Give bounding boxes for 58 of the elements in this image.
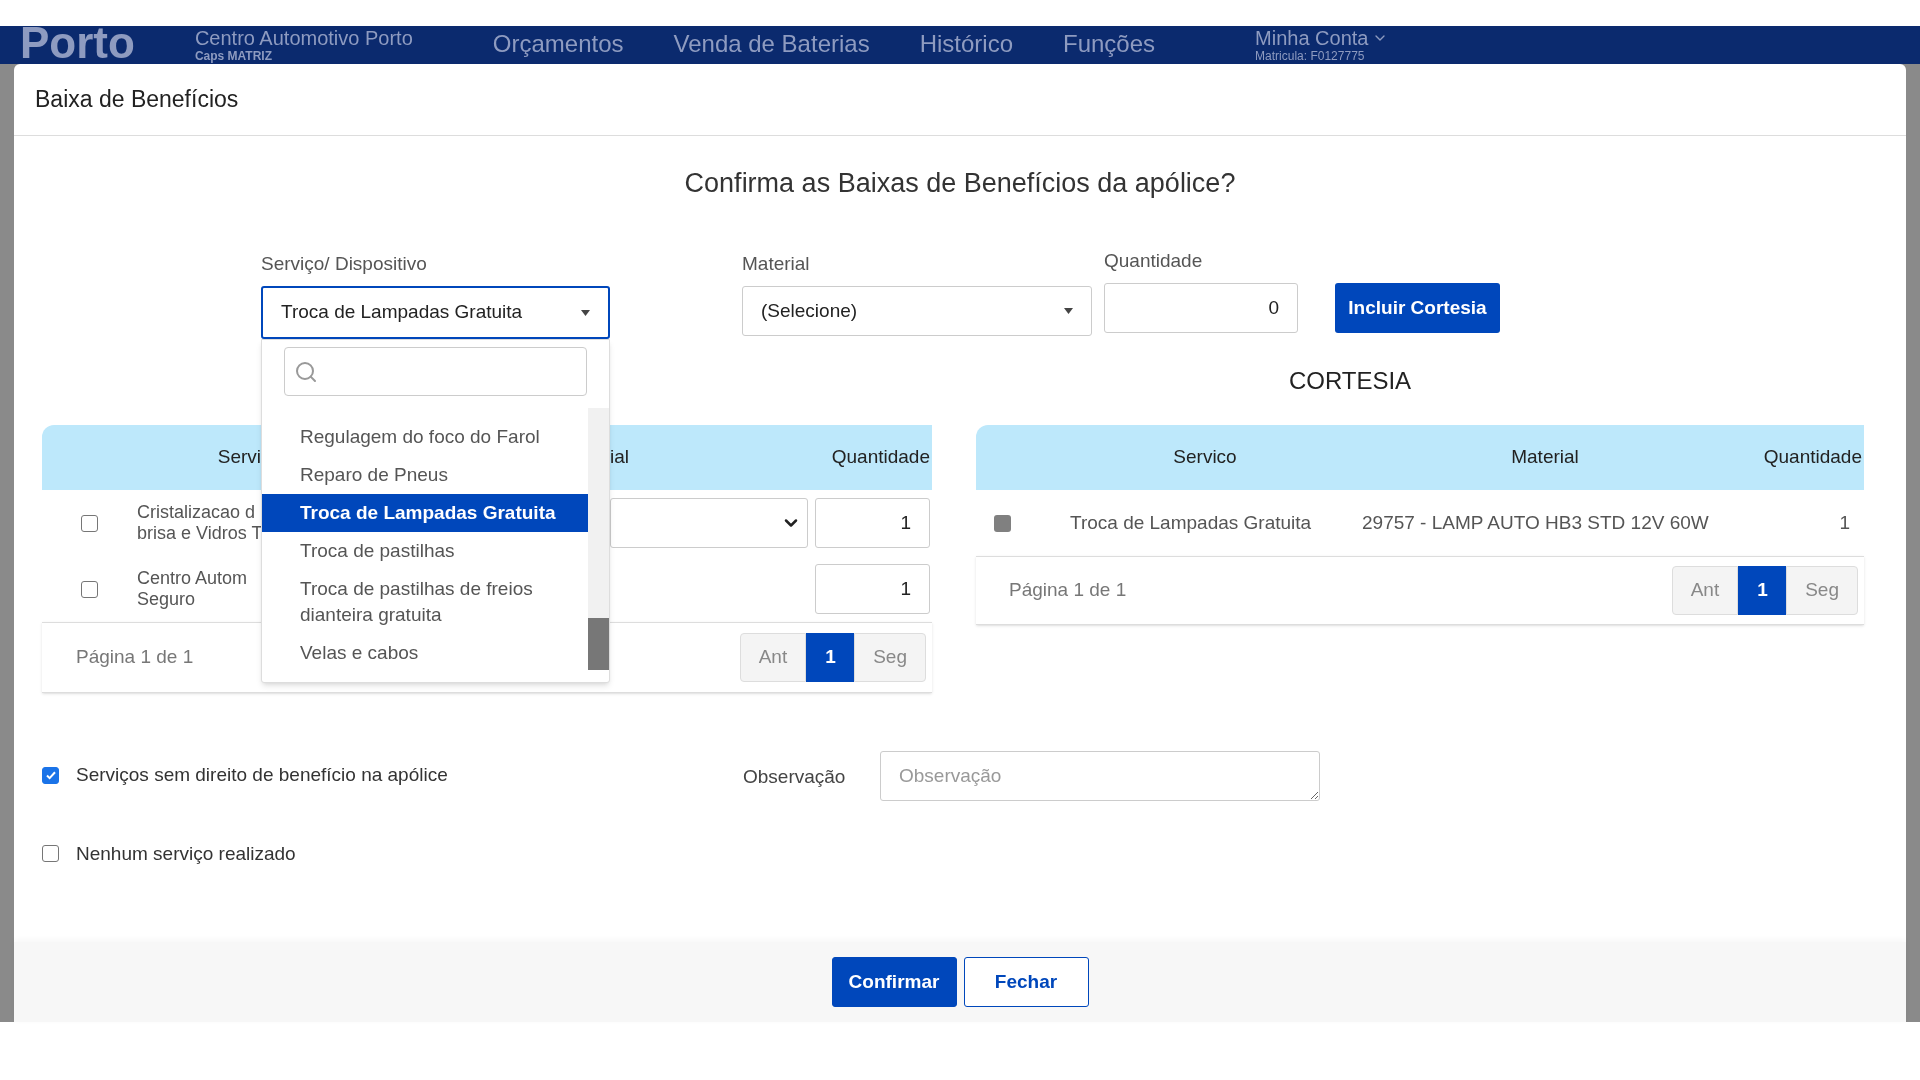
caret-icon xyxy=(1064,308,1073,314)
page-indicator: Página 1 de 1 xyxy=(1009,578,1127,603)
service-cell-text: Centro Autom Seguro xyxy=(137,568,249,610)
scrollbar[interactable] xyxy=(588,408,609,670)
dropdown-option[interactable]: Regulagem do foco do Farol xyxy=(262,418,588,456)
dropdown-option[interactable]: Reparo de Pneus xyxy=(262,456,588,494)
dropdown-option[interactable]: Velas e cabos xyxy=(262,634,588,672)
nav-link[interactable]: Orçamentos xyxy=(492,30,624,58)
column-header: Quantidade xyxy=(1763,446,1862,468)
field-label: Quantidade xyxy=(1104,248,1204,273)
service-select[interactable]: Troca de Lampadas Gratuita xyxy=(261,286,610,339)
modal-title: Baixa de Benefícios xyxy=(35,85,239,115)
quantity-field[interactable]: 1 xyxy=(815,564,930,614)
observation-field[interactable]: Observação xyxy=(880,751,1320,801)
dropdown-option[interactable]: Troca de pastilhas de freios dianteira gratuita xyxy=(262,570,588,634)
option-label: Serviços sem direito de benefício na apólice xyxy=(76,763,448,787)
quantity-field[interactable]: 1 xyxy=(815,498,930,548)
quantity-field[interactable]: 0 xyxy=(1104,283,1298,333)
checkbox[interactable] xyxy=(81,580,98,598)
checkbox[interactable] xyxy=(81,514,98,532)
search-field[interactable] xyxy=(284,347,587,396)
page-button[interactable]: 1 xyxy=(806,633,855,682)
section-title: CORTESIA xyxy=(1287,366,1413,396)
column-header: Quantidade xyxy=(831,445,931,470)
material-cell-text: 29757 - LAMP AUTO HB3 STD 12V 60W xyxy=(1362,510,1710,535)
nav-link[interactable]: Histórico xyxy=(919,30,1013,58)
dropdown-option[interactable]: Troca de pastilhas xyxy=(262,532,588,570)
checkbox[interactable] xyxy=(42,845,59,863)
quantity-cell-text: 1 xyxy=(1839,510,1851,535)
confirm-button[interactable]: Confirmar xyxy=(831,957,957,1007)
employee-id: Matricula: F0127775 xyxy=(1255,49,1366,63)
field-label: Serviço/ Dispositivo xyxy=(261,251,428,276)
field-label: Material xyxy=(742,251,811,276)
nav-link[interactable]: Venda de Baterias xyxy=(673,30,870,58)
service-cell-text: Troca de Lampadas Gratuita xyxy=(1070,510,1313,535)
account-menu[interactable]: Minha Conta xyxy=(1255,27,1369,49)
store-subtitle: Caps MATRIZ xyxy=(194,49,273,63)
confirm-question: Confirma as Baixas de Benefícios da apólice? xyxy=(683,167,1237,200)
add-courtesy-button[interactable]: Incluir Cortesia xyxy=(1335,283,1500,333)
material-select[interactable]: (Selecione) xyxy=(742,286,1092,336)
service-cell: Cristalizacao d brisa e Vidros T xyxy=(137,502,261,544)
logo[interactable]: Porto xyxy=(20,26,135,64)
column-header: Servico xyxy=(1173,446,1237,468)
checkbox[interactable] xyxy=(42,766,59,784)
store-name: Centro Automotivo Porto xyxy=(194,27,413,49)
field-label: Observação xyxy=(743,765,847,789)
page-indicator: Página 1 de 1 xyxy=(76,645,194,670)
column-header: Servi xyxy=(217,446,261,468)
caret-icon xyxy=(581,309,590,316)
column-header: ial xyxy=(610,446,629,468)
checkmark-icon xyxy=(44,769,57,782)
search-icon xyxy=(294,359,318,384)
dropdown-option[interactable]: Troca de Lampadas Gratuita xyxy=(262,494,588,532)
close-button[interactable]: Fechar xyxy=(963,957,1089,1007)
nav-link[interactable]: Funções xyxy=(1063,30,1156,58)
page-button[interactable]: 1 xyxy=(1738,566,1787,615)
column-header: Material xyxy=(1511,446,1579,468)
option-label: Nenhum serviço realizado xyxy=(76,841,296,866)
